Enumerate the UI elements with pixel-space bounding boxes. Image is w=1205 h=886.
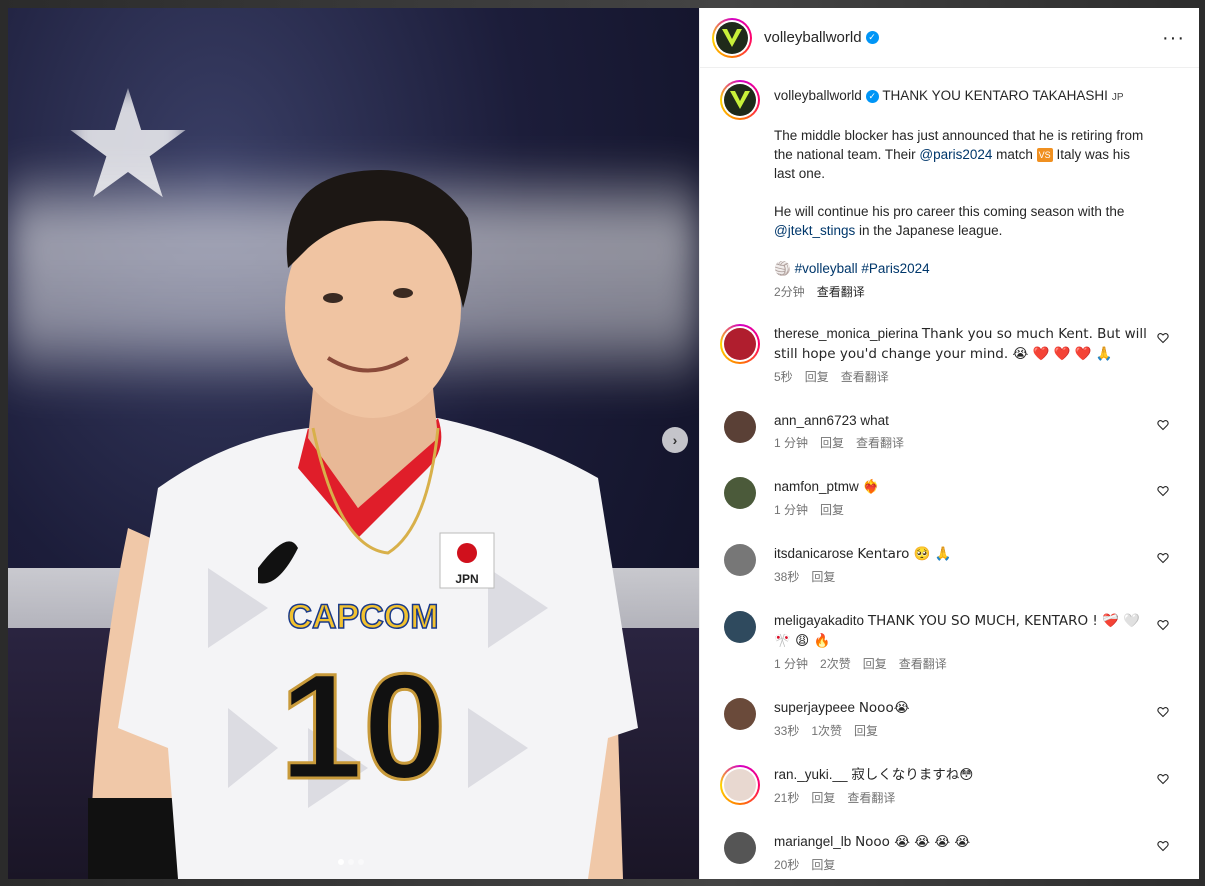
verified-badge-icon: ✓ bbox=[865, 31, 879, 44]
caption-text: He will continue his pro career this com… bbox=[774, 204, 1125, 219]
hashtag-link[interactable]: #volleyball bbox=[795, 261, 858, 276]
see-translation-button[interactable]: 查看翻译 bbox=[817, 283, 865, 302]
chevron-right-icon: › bbox=[672, 432, 678, 448]
volleyball-world-logo-icon bbox=[716, 21, 748, 54]
commenter-avatar[interactable] bbox=[724, 411, 756, 443]
mention-link[interactable]: @jtekt_stings bbox=[774, 223, 855, 238]
comment-username[interactable]: therese_monica_pierina bbox=[774, 326, 918, 341]
flag-label: JP bbox=[1111, 92, 1124, 103]
heart-outline-icon[interactable] bbox=[1157, 706, 1169, 718]
comment-username[interactable]: superjaypeee bbox=[774, 700, 855, 715]
comment-text: ❤️‍🔥 bbox=[862, 479, 880, 495]
reply-button[interactable]: 回复 bbox=[863, 655, 887, 674]
comment-row: ran._yuki.__ 寂しくなりますね😳 21秒 回复 查看翻译 bbox=[700, 765, 1199, 808]
author-username[interactable]: volleyballworld bbox=[764, 29, 862, 46]
caption-username[interactable]: volleyballworld bbox=[774, 88, 862, 103]
comment-username[interactable]: itsdanicarose bbox=[774, 546, 854, 561]
comment-username[interactable]: meligayakadito bbox=[774, 613, 864, 628]
comment-text: Kentaro 🥺 🙏 bbox=[857, 546, 952, 562]
carousel-dot bbox=[358, 859, 364, 865]
reply-button[interactable]: 回复 bbox=[854, 722, 878, 741]
svg-text:10: 10 bbox=[280, 642, 447, 810]
carousel-dot bbox=[338, 859, 344, 865]
commenter-avatar[interactable] bbox=[720, 324, 760, 364]
heart-outline-icon[interactable] bbox=[1157, 840, 1169, 852]
see-translation-button[interactable]: 查看翻译 bbox=[899, 655, 947, 674]
comment-row: itsdanicarose Kentaro 🥺 🙏 38秒 回复 bbox=[700, 544, 1199, 587]
reply-button[interactable]: 回复 bbox=[811, 789, 835, 808]
commenter-avatar[interactable] bbox=[724, 698, 756, 730]
player-photo: JPN CAPCOM 10 bbox=[88, 170, 638, 879]
comment-time[interactable]: 21秒 bbox=[774, 789, 799, 808]
comment-row: superjaypeee Nooo😭 33秒 1次赞 回复 bbox=[700, 698, 1199, 741]
comment-row: meligayakadito THANK YOU SO MUCH, KENTAR… bbox=[700, 611, 1199, 674]
heart-outline-icon[interactable] bbox=[1157, 419, 1169, 431]
caption-avatar[interactable] bbox=[720, 80, 760, 120]
reply-button[interactable]: 回复 bbox=[820, 501, 844, 520]
commenter-avatar[interactable] bbox=[724, 832, 756, 864]
comment-text: 寂しくなりますね😳 bbox=[851, 767, 974, 783]
carousel-dot bbox=[348, 859, 354, 865]
post-photo[interactable]: JPN CAPCOM 10 › bbox=[8, 8, 699, 879]
comment-time[interactable]: 1 分钟 bbox=[774, 434, 808, 453]
mention-link[interactable]: @paris2024 bbox=[919, 147, 992, 162]
comment-row: therese_monica_pierina Thank you so much… bbox=[700, 324, 1199, 387]
commenter-avatar[interactable] bbox=[724, 477, 756, 509]
comment-time[interactable]: 20秒 bbox=[774, 856, 799, 875]
more-options-button[interactable]: ··· bbox=[1162, 28, 1185, 48]
reply-button[interactable]: 回复 bbox=[805, 368, 829, 387]
heart-outline-icon[interactable] bbox=[1157, 619, 1169, 631]
see-translation-button[interactable]: 查看翻译 bbox=[847, 789, 895, 808]
see-translation-button[interactable]: 查看翻译 bbox=[841, 368, 889, 387]
commenter-avatar[interactable] bbox=[724, 611, 756, 643]
comment-row: ann_ann6723 what 1 分钟 回复 查看翻译 bbox=[700, 411, 1199, 453]
comment-text: Nooo😭 bbox=[858, 700, 910, 716]
caption-title: THANK YOU KENTARO TAKAHASHI bbox=[882, 88, 1108, 103]
comment-username[interactable]: ann_ann6723 bbox=[774, 413, 857, 428]
comment-time[interactable]: 33秒 bbox=[774, 722, 799, 741]
comment-time[interactable]: 5秒 bbox=[774, 368, 793, 387]
volleyball-world-logo-icon bbox=[724, 84, 756, 116]
comment-username[interactable]: ran._yuki.__ bbox=[774, 767, 848, 782]
heart-outline-icon[interactable] bbox=[1157, 552, 1169, 564]
comments-list: volleyballworld ✓ THANK YOU KENTARO TAKAH… bbox=[700, 68, 1199, 879]
comment-username[interactable]: mariangel_lb bbox=[774, 834, 851, 849]
comment-row: mariangel_lb Nooo 😭 😭 😭 😭 20秒 回复 bbox=[700, 832, 1199, 875]
next-photo-button[interactable]: › bbox=[662, 427, 688, 453]
reply-button[interactable]: 回复 bbox=[811, 856, 835, 875]
author-avatar[interactable] bbox=[712, 17, 752, 58]
caption-text: match bbox=[996, 147, 1033, 162]
verified-badge-icon: ✓ bbox=[865, 89, 879, 103]
heart-outline-icon[interactable] bbox=[1157, 773, 1169, 785]
comment-time[interactable]: 1 分钟 bbox=[774, 501, 808, 520]
post-caption: volleyballworld ✓ THANK YOU KENTARO TAKAH… bbox=[700, 80, 1199, 302]
caption-text: in the Japanese league. bbox=[859, 223, 1003, 238]
carousel-dots bbox=[338, 859, 364, 865]
reply-button[interactable]: 回复 bbox=[811, 568, 835, 587]
reply-button[interactable]: 回复 bbox=[820, 434, 844, 453]
volleyball-icon: 🏐 bbox=[774, 261, 791, 277]
post-side-panel: volleyballworld ✓ ··· volleyballworld✓ bbox=[699, 8, 1199, 879]
comment-text: what bbox=[860, 413, 889, 428]
hashtag-link[interactable]: #Paris2024 bbox=[861, 261, 929, 276]
commenter-avatar[interactable] bbox=[720, 765, 760, 805]
vs-icon: VS bbox=[1036, 148, 1053, 163]
comment-time[interactable]: 38秒 bbox=[774, 568, 799, 587]
heart-outline-icon[interactable] bbox=[1157, 485, 1169, 497]
heart-outline-icon[interactable] bbox=[1157, 332, 1169, 344]
svg-text:JPN: JPN bbox=[455, 572, 478, 586]
svg-text:CAPCOM: CAPCOM bbox=[287, 598, 438, 636]
comment-username[interactable]: namfon_ptmw bbox=[774, 479, 859, 494]
like-count[interactable]: 1次赞 bbox=[811, 722, 842, 741]
see-translation-button[interactable]: 查看翻译 bbox=[856, 434, 904, 453]
like-count[interactable]: 2次赞 bbox=[820, 655, 851, 674]
post-header: volleyballworld ✓ ··· bbox=[700, 8, 1199, 68]
comment-time[interactable]: 1 分钟 bbox=[774, 655, 808, 674]
commenter-avatar[interactable] bbox=[724, 544, 756, 576]
caption-time[interactable]: 2分钟 bbox=[774, 283, 805, 302]
comment-row: namfon_ptmw ❤️‍🔥 1 分钟 回复 bbox=[700, 477, 1199, 520]
post-modal: JPN CAPCOM 10 › volleyballworld ✓ ··· vo… bbox=[8, 8, 1199, 879]
comment-text: Nooo 😭 😭 😭 😭 bbox=[855, 834, 971, 850]
